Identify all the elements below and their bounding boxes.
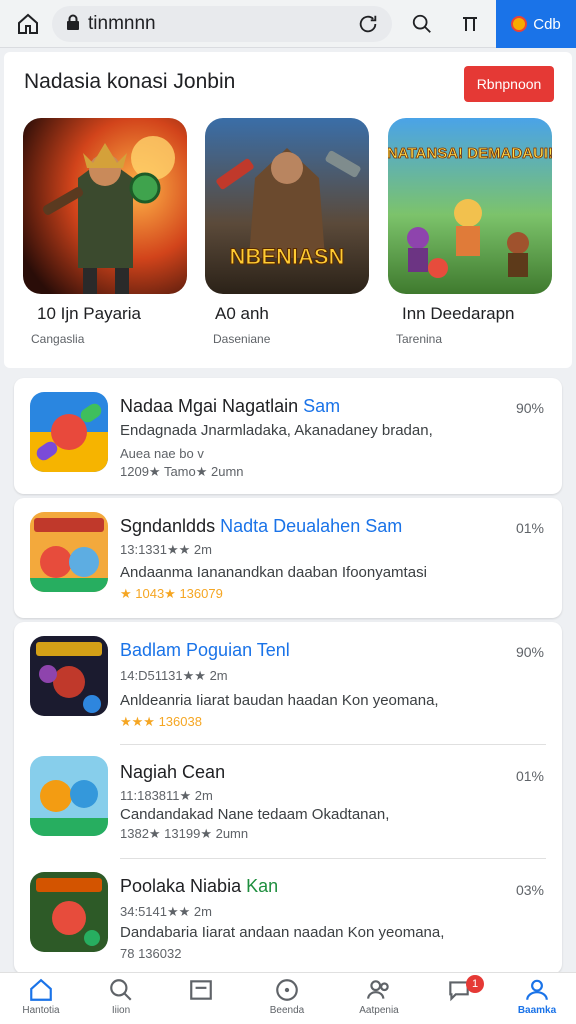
app-name: Sgndanldds Nadta Deualahen Sam [120, 516, 403, 536]
app-icon [30, 512, 108, 592]
featured-game-category: Daseniane [213, 332, 271, 346]
nav-search[interactable]: Iiion [86, 977, 156, 1023]
nav-chat[interactable]: 1 [424, 975, 494, 1023]
people-icon [367, 980, 389, 999]
featured-game-2[interactable]: NBENIASN A0 anh Daseniane [205, 118, 369, 346]
app-meta: 14:D51131★★ 2m [120, 668, 228, 683]
tabs-icon[interactable] [454, 8, 486, 40]
search-icon[interactable] [406, 8, 438, 40]
featured-game-name: A0 anh [215, 304, 269, 323]
app-meta: 1209★ Tamo★ 2umn [120, 464, 244, 479]
app-meta: 34:5141★★ 2m [120, 904, 212, 919]
games-icon [276, 979, 298, 1001]
app-meta: 11:183811★ 2m [120, 788, 213, 803]
list-item[interactable]: Badlam Poguian Tenl 90% 14:D51131★★ 2m A… [14, 622, 562, 742]
app-rating: 78 136032 [120, 946, 182, 961]
avatar-icon [511, 16, 528, 32]
app-name: Nadaa Mgai Nagatlain Sam [120, 396, 341, 416]
lock-icon [66, 14, 80, 35]
game-art-3: NATANSA! DEMADAUI! [388, 118, 552, 294]
profile-button[interactable]: Cdb [496, 0, 576, 48]
bottom-navigation: Hantotia Iiion Beenda Aatpenia 1 Baamka [0, 972, 576, 1024]
app-icon [30, 636, 108, 716]
nav-people[interactable]: Aatpenia [344, 977, 414, 1023]
app-name: Badlam Poguian Tenl [120, 640, 290, 660]
featured-action-button[interactable]: Rbnpnoon [464, 66, 554, 102]
app-percent: 90% [515, 400, 544, 416]
featured-game-3[interactable]: NATANSA! DEMADAUI! Inn Deedarapn Tarenin… [388, 118, 552, 346]
app-description: Candandakad Nane tedaam Okadtanan, [120, 806, 390, 823]
app-meta: 13:1331★★ 2m [120, 542, 212, 557]
list-item[interactable]: Nagiah Cean 01% 11:183811★ 2m Candandaka… [14, 746, 562, 856]
url-text: tinmnnn [88, 13, 156, 34]
app-rating: ★ 1043★ 136079 [120, 586, 223, 601]
nav-home[interactable]: Hantotia [6, 977, 76, 1023]
section-title: Nadasia konasi Jonbin [24, 70, 236, 93]
app-description: Dandabaria Iiarat andaan naadan Kon yeom… [120, 924, 445, 941]
app-percent: 90% [515, 644, 544, 660]
game-art-1 [23, 118, 187, 294]
app-card: Sgndanldds Nadta Deualahen Sam 01% 13:13… [14, 498, 562, 618]
featured-game-category: Tarenina [396, 332, 443, 346]
app-icon [30, 756, 108, 836]
game-art-2-logo: NBENIASN [230, 244, 345, 269]
featured-game-name: 10 Ijn Payaria [37, 304, 141, 323]
divider [120, 858, 546, 859]
notification-badge: 1 [466, 975, 484, 993]
news-icon [190, 980, 212, 1000]
app-description: Andaanma Iananandkan daaban Ifoonyamtasi [120, 564, 427, 581]
app-rating: ★★★ 136038 [120, 714, 202, 729]
app-card: Nadaa Mgai Nagatlain Sam 90% Endagnada J… [14, 378, 562, 494]
profile-label: Cdb [533, 15, 561, 33]
profile-icon [526, 979, 548, 1000]
app-icon [30, 392, 108, 472]
app-subtitle: Auea nae bo v [120, 446, 204, 461]
app-name: Poolaka Niabia Kan [120, 876, 279, 896]
address-bar[interactable]: tinmnnn [52, 6, 392, 42]
app-icon [30, 872, 108, 952]
list-item[interactable]: Sgndanldds Nadta Deualahen Sam 01% 13:13… [14, 498, 562, 618]
app-card: Badlam Poguian Tenl 90% 14:D51131★★ 2m A… [14, 622, 562, 974]
nav-games[interactable]: Beenda [252, 977, 322, 1023]
divider [120, 744, 546, 745]
game-art-3-logo: NATANSA! DEMADAUI! [388, 145, 552, 162]
app-rating: 1382★ 13199★ 2umn [120, 826, 249, 841]
app-percent: 01% [515, 768, 544, 784]
search-icon [110, 979, 132, 1001]
app-name: Nagiah Cean [120, 762, 226, 782]
featured-game-name: Inn Deedarapn [402, 304, 515, 323]
featured-section: Nadasia konasi Jonbin Rbnpnoon 10 Ijn Pa… [4, 52, 572, 368]
browser-toolbar: tinmnnn Cdb [0, 0, 576, 48]
home-icon [30, 978, 52, 1001]
featured-game-category: Cangaslia [31, 332, 85, 346]
nav-profile[interactable]: Baamka [502, 977, 572, 1023]
home-icon[interactable] [12, 8, 44, 40]
app-percent: 01% [515, 520, 544, 536]
list-item[interactable]: Poolaka Niabia Kan 03% 34:5141★★ 2m Dand… [14, 860, 562, 972]
app-description: Anldeanria Iiarat baudan haadan Kon yeom… [120, 692, 439, 709]
app-percent: 03% [515, 882, 544, 898]
nav-news[interactable] [166, 977, 236, 1023]
app-description: Endagnada Jnarmladaka, Akanadaney bradan… [120, 422, 433, 439]
featured-game-1[interactable]: 10 Ijn Payaria Cangaslia [23, 118, 187, 346]
game-art-2: NBENIASN [205, 118, 369, 294]
list-item[interactable]: Nadaa Mgai Nagatlain Sam 90% Endagnada J… [14, 378, 562, 498]
reload-icon[interactable] [354, 10, 382, 38]
